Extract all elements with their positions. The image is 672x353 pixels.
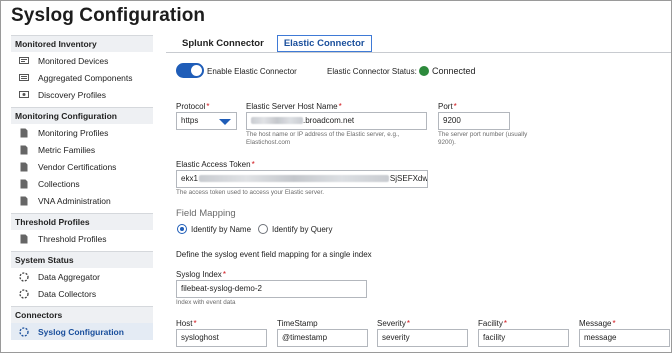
port-input[interactable]: 9200 [438,112,510,130]
host-name-label: Elastic Server Host Name* [246,102,342,111]
tab-divider [166,52,671,53]
redacted-text [198,175,389,183]
sidebar-item-label: VNA Administration [38,195,111,206]
enable-elastic-toggle[interactable] [176,63,204,78]
sidebar-item-vna-administration[interactable]: VNA Administration [11,192,153,209]
sidebar-section-system-status: System Status [11,251,153,268]
page-title: Syslog Configuration [11,5,206,26]
sidebar-item-label: Discovery Profiles [38,89,107,100]
sidebar-item-label: Aggregated Components [38,72,133,83]
app-window: Syslog Configuration Monitored Inventory… [0,0,672,353]
document-icon [20,234,28,243]
dashed-circle-icon [19,271,29,282]
sidebar-item-label: Data Aggregator [38,271,100,282]
sidebar-item-label: Threshold Profiles [38,233,107,244]
sidebar-item-discovery-profiles[interactable]: Discovery Profiles [11,86,153,103]
redacted-text [251,117,303,125]
facility-field-label: Facility* [478,319,508,328]
message-field-input[interactable]: message [579,329,670,347]
sidebar-item-label: Monitored Devices [38,55,109,66]
port-label: Port* [438,102,457,111]
access-token-label: Elastic Access Token* [176,160,255,169]
enable-elastic-label: Enable Elastic Connector [207,67,297,76]
identify-by-query-label: Identify by Query [272,225,333,234]
components-icon [19,73,29,81]
host-name-help: The host name or IP address of the Elast… [246,131,400,146]
dashed-circle-icon [19,288,29,299]
access-token-input[interactable]: ekx1 SjSEFXdw= [176,170,428,188]
document-icon [20,128,28,137]
sidebar-item-data-aggregator[interactable]: Data Aggregator [11,268,153,285]
sidebar-item-monitored-devices[interactable]: Monitored Devices [11,52,153,69]
syslog-index-label: Syslog Index* [176,270,226,279]
tab-elastic-connector[interactable]: Elastic Connector [276,35,372,52]
sidebar-item-vendor-certifications[interactable]: Vendor Certifications [11,158,153,175]
sidebar-item-metric-families[interactable]: Metric Families [11,141,153,158]
field-mapping-title: Field Mapping [176,208,236,219]
timestamp-field-input[interactable]: @timestamp [277,329,368,347]
sidebar-section-threshold-profiles: Threshold Profiles [11,213,153,230]
tab-splunk-connector[interactable]: Splunk Connector [175,35,271,52]
port-help: The server port number (usually 9200). [438,131,528,146]
sidebar-item-label: Metric Families [38,144,96,155]
sidebar-item-data-collectors[interactable]: Data Collectors [11,285,153,302]
protocol-label: Protocol* [176,102,210,111]
document-icon [20,145,28,154]
host-name-value: .broadcom.net [303,116,355,125]
document-icon [20,162,28,171]
identify-by-query-radio[interactable] [258,224,268,234]
sidebar-item-threshold-profiles[interactable]: Threshold Profiles [11,230,153,247]
protocol-value: https [181,116,199,125]
sidebar-section-connectors: Connectors [11,306,153,323]
sidebar-item-collections[interactable]: Collections [11,175,153,192]
sidebar: Monitored Inventory Monitored Devices Ag… [11,35,153,340]
syslog-index-input[interactable]: filebeat-syslog-demo-2 [176,280,367,298]
access-token-suffix: SjSEFXdw= [389,174,428,183]
sidebar-item-syslog-configuration[interactable]: Syslog Configuration [11,323,153,340]
discovery-icon [19,90,29,98]
access-token-help: The access token used to access your Ela… [176,189,325,196]
identify-by-name-radio[interactable] [177,224,187,234]
sidebar-section-monitoring-configuration: Monitoring Configuration [11,107,153,124]
document-icon [20,179,28,188]
access-token-prefix: ekx1 [181,174,198,183]
sidebar-item-label: Data Collectors [38,288,97,299]
facility-field-input[interactable]: facility [478,329,569,347]
document-icon [20,196,28,205]
status-label: Elastic Connector Status: [327,67,417,76]
field-mapping-description: Define the syslog event field mapping fo… [176,250,372,259]
sidebar-item-label: Collections [38,178,80,189]
severity-field-label: Severity* [377,319,411,328]
message-field-label: Message* [579,319,616,328]
identify-by-name-label: Identify by Name [191,225,252,234]
host-name-input[interactable]: .broadcom.net [246,112,427,130]
chevron-down-icon [219,119,231,125]
sidebar-section-monitored-inventory: Monitored Inventory [11,35,153,52]
dashed-circle-icon [19,326,29,337]
sidebar-item-label: Monitoring Profiles [38,127,109,138]
status-indicator-icon [419,66,429,76]
protocol-select[interactable]: https [176,112,237,130]
sidebar-item-label: Vendor Certifications [38,161,117,172]
severity-field-input[interactable]: severity [377,329,468,347]
status-value: Connected [432,66,476,76]
devices-icon [19,56,29,64]
toggle-knob [191,65,202,76]
sidebar-item-aggregated-components[interactable]: Aggregated Components [11,69,153,86]
sidebar-item-label: Syslog Configuration [38,326,124,337]
sidebar-item-monitoring-profiles[interactable]: Monitoring Profiles [11,124,153,141]
host-field-label: Host* [176,319,197,328]
syslog-index-help: Index with event data [176,299,236,306]
timestamp-field-label: TimeStamp [277,319,318,328]
host-field-input[interactable]: sysloghost [176,329,267,347]
connector-tabs: Splunk Connector Elastic Connector [175,35,378,52]
